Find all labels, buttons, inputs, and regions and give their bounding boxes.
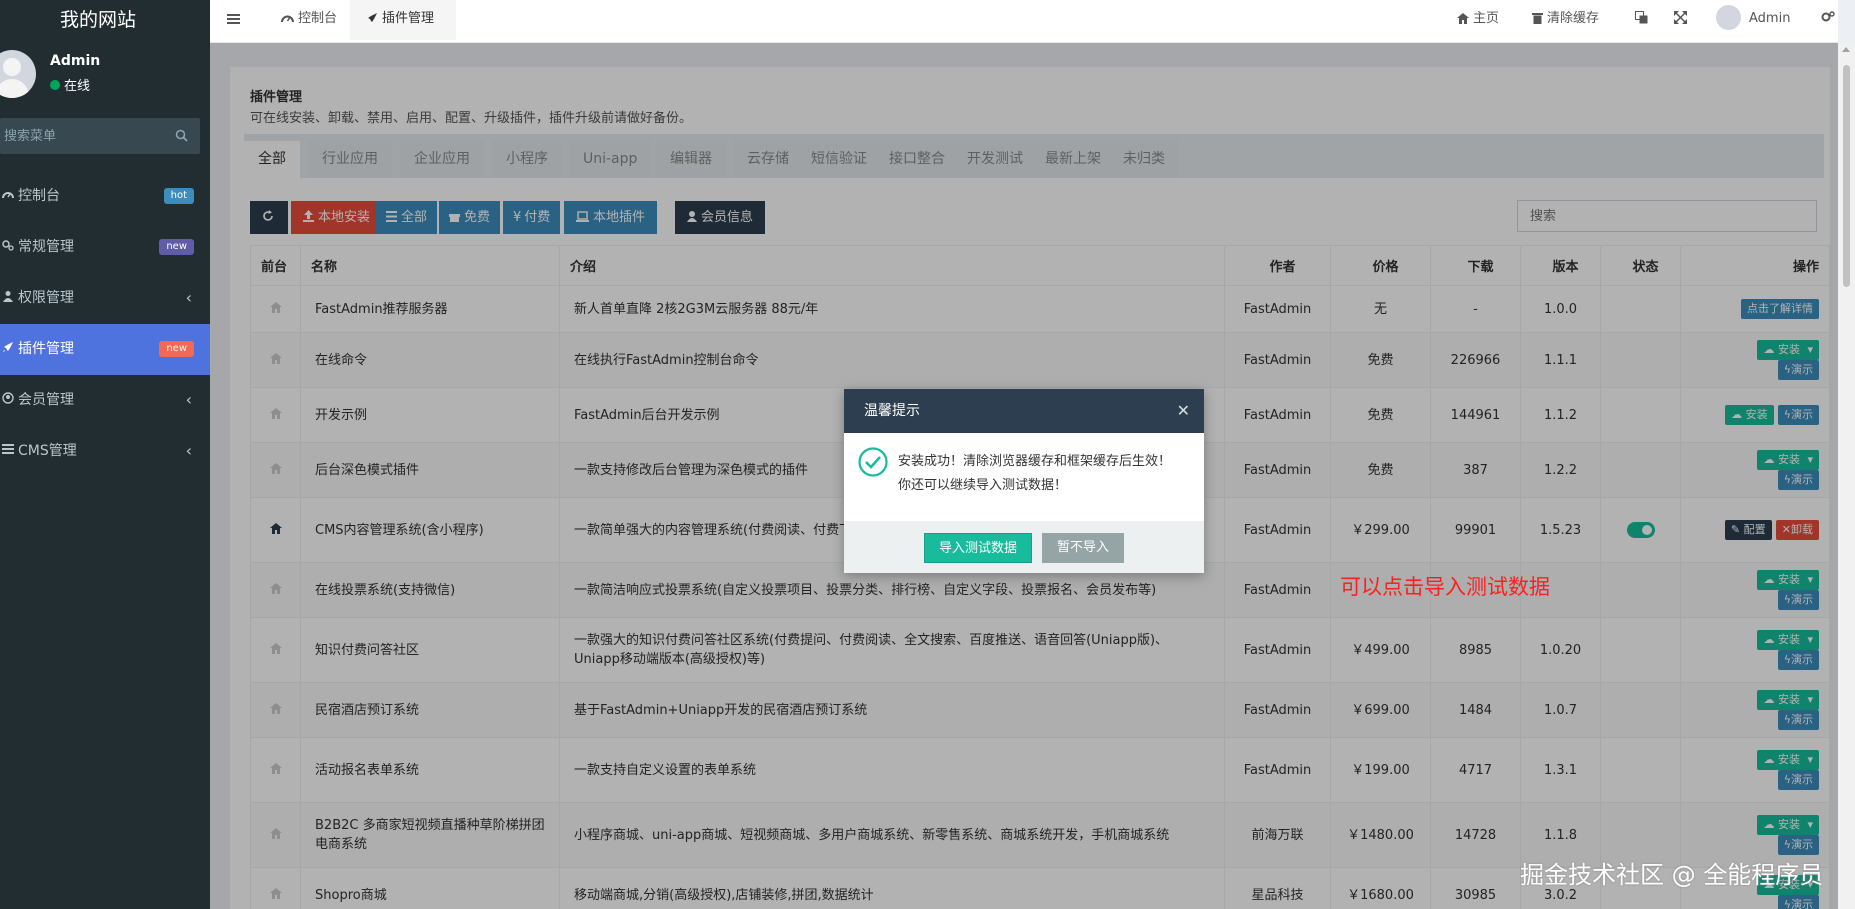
cogs-icon [2, 240, 14, 251]
settings-button[interactable] [1821, 0, 1839, 40]
hot-badge: hot [163, 188, 194, 204]
chevron-left-icon: ‹ [185, 288, 192, 307]
install-success-dialog: 温馨提示 ✕ 安装成功！清除浏览器缓存和框架缓存后生效！你还可以继续导入测试数据… [844, 389, 1204, 573]
check-circle-icon [858, 447, 888, 477]
dashboard-icon [281, 15, 294, 23]
menu-search-input[interactable] [4, 118, 164, 154]
search-icon[interactable] [175, 129, 188, 142]
watermark: 掘金技术社区 @ 全能程序员 [1520, 861, 1824, 889]
top-navbar: 控制台 插件管理 主页 清除缓存 Admin [210, 0, 1838, 43]
dialog-title: 温馨提示 [864, 403, 920, 419]
group-icon [3, 291, 13, 302]
new-badge: new [159, 341, 194, 357]
rocket-icon [3, 342, 13, 352]
rocket-icon [368, 13, 377, 22]
user-panel: Admin 在线 [0, 42, 210, 117]
close-icon[interactable]: ✕ [1177, 389, 1190, 433]
dialog-header: 温馨提示 ✕ [844, 389, 1204, 433]
sidebar-item-general[interactable]: 常规管理 new [0, 222, 210, 273]
admin-label: Admin [1749, 11, 1791, 26]
skip-import-button[interactable]: 暂不导入 [1042, 533, 1124, 563]
home-label: 主页 [1473, 11, 1500, 26]
sidebar-item-label: 插件管理 [18, 341, 74, 357]
sidebar: 我的网站 Admin 在线 控制台 hot 常规管理 new 权限管理 ‹ 插件… [0, 0, 210, 909]
online-dot-icon [50, 80, 60, 90]
trash-icon [1532, 13, 1543, 24]
clear-cache-label: 清除缓存 [1547, 11, 1600, 26]
dashboard-icon [2, 192, 14, 199]
import-test-data-button[interactable]: 导入测试数据 [924, 533, 1032, 563]
sidebar-item-label: CMS管理 [18, 443, 77, 459]
dialog-message: 安装成功！清除浏览器缓存和框架缓存后生效！你还可以继续导入测试数据！ [898, 454, 1172, 493]
scroll-up-icon[interactable] [1842, 47, 1850, 52]
translate-icon [1635, 11, 1648, 24]
sidebar-menu: 控制台 hot 常规管理 new 权限管理 ‹ 插件管理 new 会员管理 ‹ … [0, 171, 210, 477]
tab-label: 插件管理 [382, 11, 435, 26]
fullscreen-button[interactable] [1674, 0, 1691, 40]
admin-user-menu[interactable]: Admin [1716, 0, 1790, 40]
tab-label: 控制台 [298, 11, 338, 26]
tab-plugins[interactable]: 插件管理 [350, 0, 456, 40]
sidebar-item-auth[interactable]: 权限管理 ‹ [0, 273, 210, 324]
list-icon [2, 444, 14, 454]
expand-icon [1674, 11, 1687, 24]
scrollbar-thumb[interactable] [1843, 65, 1850, 287]
language-button[interactable] [1635, 0, 1652, 40]
user-status-text: 在线 [64, 79, 91, 94]
bars-icon [227, 14, 240, 24]
user-status: 在线 [50, 75, 90, 94]
page-scrollbar[interactable] [1838, 43, 1855, 909]
sidebar-item-label: 会员管理 [18, 392, 74, 408]
home-link[interactable]: 主页 [1457, 0, 1499, 40]
sidebar-item-cms[interactable]: CMS管理 ‹ [0, 426, 210, 477]
brand-title[interactable]: 我的网站 [0, 0, 210, 42]
user-name: Admin [50, 53, 101, 69]
sidebar-item-label: 权限管理 [18, 290, 74, 306]
sidebar-item-members[interactable]: 会员管理 ‹ [0, 375, 210, 426]
sidebar-item-label: 常规管理 [18, 239, 74, 255]
menu-toggle-button[interactable] [227, 1, 244, 41]
new-badge: new [159, 239, 194, 255]
clear-cache-button[interactable]: 清除缓存 [1532, 0, 1599, 40]
chevron-left-icon: ‹ [185, 390, 192, 409]
sidebar-item-plugins[interactable]: 插件管理 new [0, 324, 210, 375]
sidebar-item-dashboard[interactable]: 控制台 hot [0, 171, 210, 222]
avatar [0, 50, 36, 98]
dialog-footer: 导入测试数据 暂不导入 [844, 521, 1204, 573]
dialog-body: 安装成功！清除浏览器缓存和框架缓存后生效！你还可以继续导入测试数据！ [844, 433, 1204, 521]
cogs-icon [1821, 11, 1835, 22]
home-icon [1457, 13, 1469, 24]
user-circle-icon [2, 392, 14, 404]
annotation-text: 可以点击导入测试数据 [1340, 575, 1550, 599]
chevron-left-icon: ‹ [185, 441, 192, 460]
avatar [1716, 5, 1741, 30]
sidebar-item-label: 控制台 [18, 188, 60, 204]
tab-dashboard[interactable]: 控制台 [271, 0, 347, 40]
menu-search [0, 118, 200, 154]
